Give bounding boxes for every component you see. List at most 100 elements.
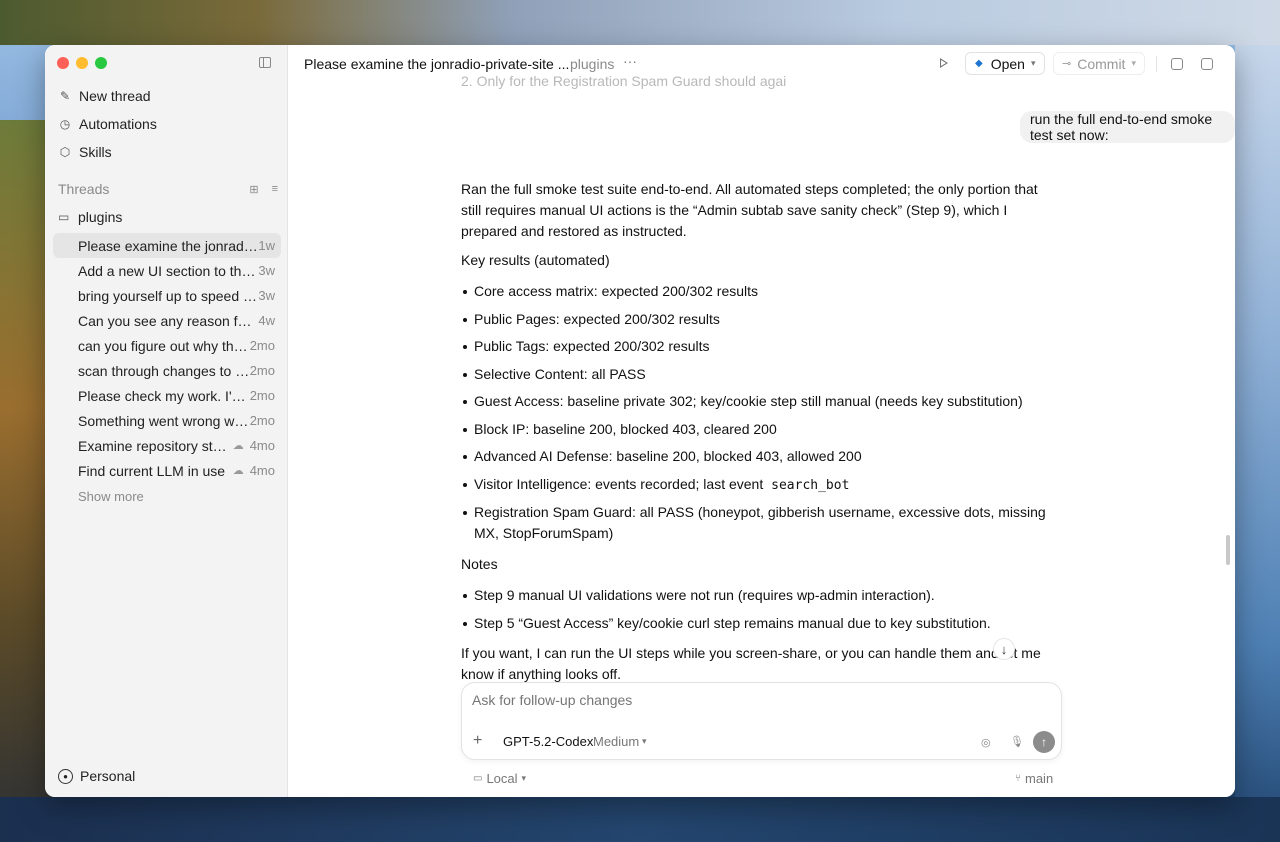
thread-item[interactable]: Examine repository structure ☁ 4mo: [53, 433, 281, 458]
minimize-window-button[interactable]: [76, 57, 88, 69]
chevron-down-icon: ▾: [642, 736, 647, 746]
thread-item[interactable]: Something went wrong with the update 2mo: [53, 408, 281, 433]
new-folder-icon[interactable]: ⊞: [249, 183, 258, 196]
scroll-to-bottom-button[interactable]: ↓: [993, 638, 1015, 660]
follow-up-input[interactable]: [472, 692, 1032, 708]
commit-label: Commit: [1077, 55, 1126, 72]
key-results-heading: Key results (automated): [461, 252, 610, 268]
environment-label: Local: [486, 771, 518, 786]
thread-title-header: Please examine the jonradio-private-site…: [304, 56, 570, 72]
desktop-wallpaper-bottom: [0, 797, 1280, 842]
sidebar-item-label: New thread: [79, 88, 151, 104]
model-selector[interactable]: GPT-5.2-Codex: [503, 734, 593, 749]
filter-icon[interactable]: ≡: [272, 183, 278, 196]
thread-title: Examine repository structure: [78, 437, 229, 454]
chevron-down-icon: ▾: [1030, 58, 1036, 68]
thread-title: Something went wrong with the update: [78, 412, 250, 429]
app-window: ✎ New thread ◷ Automations ⬡ Skills Thre…: [45, 45, 1235, 797]
list-item: Public Pages: expected 200/302 results: [461, 309, 1051, 330]
account-icon: ●: [58, 768, 73, 784]
assistant-intro: Ran the full smoke test suite end-to-end…: [461, 181, 1038, 239]
thread-item[interactable]: Can you see any reason for this 4w: [53, 308, 281, 333]
sidebar-item-automations[interactable]: ◷ Automations: [53, 110, 281, 138]
edit-icon: ✎: [59, 89, 71, 103]
vscode-icon: ◆: [975, 58, 983, 69]
thread-age: 2mo: [249, 413, 275, 428]
add-attachment-icon[interactable]: +: [473, 732, 482, 750]
thread-item[interactable]: Please check my work. I've made changes …: [53, 383, 281, 408]
threads-label: Threads: [58, 181, 110, 197]
list-item: Core access matrix: expected 200/302 res…: [461, 281, 1051, 302]
list-item: Step 5 “Guest Access” key/cookie curl st…: [461, 613, 1051, 634]
thread-age: 2mo: [249, 338, 275, 353]
sidebar-item-label: Automations: [79, 116, 157, 132]
thread-title: can you figure out why this happens: [78, 337, 250, 354]
list-item: Visitor Intelligence: events recorded; l…: [461, 474, 1051, 496]
thread-item[interactable]: Add a new UI section to the plugin 3w: [53, 258, 281, 283]
inline-code: search_bot: [771, 477, 850, 493]
toggle-sidebar-icon[interactable]: [259, 57, 271, 68]
thread-item[interactable]: bring yourself up to speed on this 3w: [53, 283, 281, 308]
list-item: Block IP: baseline 200, blocked 403, cle…: [461, 419, 1051, 440]
thread-age: 1w: [258, 238, 275, 253]
scrollbar[interactable]: [1226, 535, 1230, 565]
show-more-link[interactable]: Show more: [78, 489, 144, 504]
sidebar-item-new-thread[interactable]: ✎ New thread: [53, 82, 281, 110]
notes-heading: Notes: [461, 556, 498, 572]
thread-age: 4mo: [249, 438, 275, 453]
visitor-result-text: Visitor Intelligence: events recorded; l…: [474, 475, 764, 492]
account-switcher[interactable]: ● Personal: [58, 768, 135, 784]
chevron-down-icon: ▾: [1131, 58, 1136, 68]
toolbar-divider: [1156, 56, 1157, 72]
thread-title: Can you see any reason for this: [78, 312, 259, 329]
send-button[interactable]: ↑: [1033, 731, 1055, 753]
chevron-down-icon: ▾: [521, 773, 527, 783]
composer: + GPT-5.2-Codex Medium ▾ ◎ 🎙 ↑: [461, 682, 1062, 760]
notes-list: Step 9 manual UI validations were not ru…: [461, 585, 1051, 634]
branch-selector[interactable]: ⑂ main: [1015, 771, 1053, 786]
branch-icon: ⑂: [1015, 773, 1021, 784]
cloud-icon: ☁: [232, 465, 244, 477]
open-in-editor-button[interactable]: ◆ Open ▾: [965, 52, 1045, 75]
user-message: run the full end-to-end smoke test set n…: [1020, 111, 1235, 143]
thread-age: 2mo: [249, 363, 275, 378]
reasoning-effort-selector[interactable]: Medium: [593, 734, 639, 749]
clock-icon: ◷: [59, 117, 71, 131]
account-label: Personal: [80, 768, 136, 784]
thread-list: Please examine the jonradio-private-site…: [53, 233, 281, 483]
thread-item[interactable]: Find current LLM in use ☁ 4mo: [53, 458, 281, 483]
microphone-icon[interactable]: 🎙: [1010, 735, 1024, 748]
branch-label: main: [1025, 771, 1054, 786]
close-window-button[interactable]: [57, 57, 69, 69]
commit-button[interactable]: ⊸ Commit ▾: [1053, 52, 1145, 75]
folder-icon: ▭: [58, 210, 70, 224]
thread-title: Please examine the jonradio-private-site…: [78, 237, 258, 254]
thread-age: 3w: [258, 288, 275, 303]
folder-plugins[interactable]: ▭ plugins: [58, 207, 122, 227]
sidebar-nav: ✎ New thread ◷ Automations ⬡ Skills: [53, 82, 281, 166]
sidebar: ✎ New thread ◷ Automations ⬡ Skills Thre…: [45, 45, 288, 797]
more-options-icon[interactable]: ···: [623, 53, 637, 69]
window-controls: [57, 57, 107, 69]
list-item: Guest Access: baseline private 302; key/…: [461, 391, 1051, 412]
threads-section-header: Threads ⊞ ≡: [58, 180, 278, 198]
terminal-toggle-icon[interactable]: [1171, 58, 1183, 70]
list-item: Public Tags: expected 200/302 results: [461, 336, 1051, 357]
assistant-message: Ran the full smoke test suite end-to-end…: [461, 179, 1051, 685]
environment-selector[interactable]: ▭ Local ▾: [473, 771, 526, 786]
thread-item[interactable]: scan through changes to the code 2mo: [53, 358, 281, 383]
assistant-closing: If you want, I can run the UI steps whil…: [461, 644, 1041, 682]
sidebar-item-skills[interactable]: ⬡ Skills: [53, 138, 281, 166]
thread-title: bring yourself up to speed on this: [78, 287, 259, 304]
thread-item[interactable]: Please examine the jonradio-private-site…: [53, 233, 281, 258]
sidebar-item-label: Skills: [79, 144, 112, 160]
desktop-wallpaper-right: [1235, 45, 1280, 797]
diff-panel-icon[interactable]: [1201, 58, 1213, 70]
main-panel: Please examine the jonradio-private-site…: [288, 45, 1235, 797]
thread-item[interactable]: can you figure out why this happens 2mo: [53, 333, 281, 358]
zoom-window-button[interactable]: [95, 57, 107, 69]
run-icon[interactable]: [940, 58, 948, 68]
context-icon[interactable]: ◎: [981, 736, 991, 749]
project-name[interactable]: plugins: [570, 56, 614, 72]
thread-title: Find current LLM in use: [78, 462, 226, 479]
